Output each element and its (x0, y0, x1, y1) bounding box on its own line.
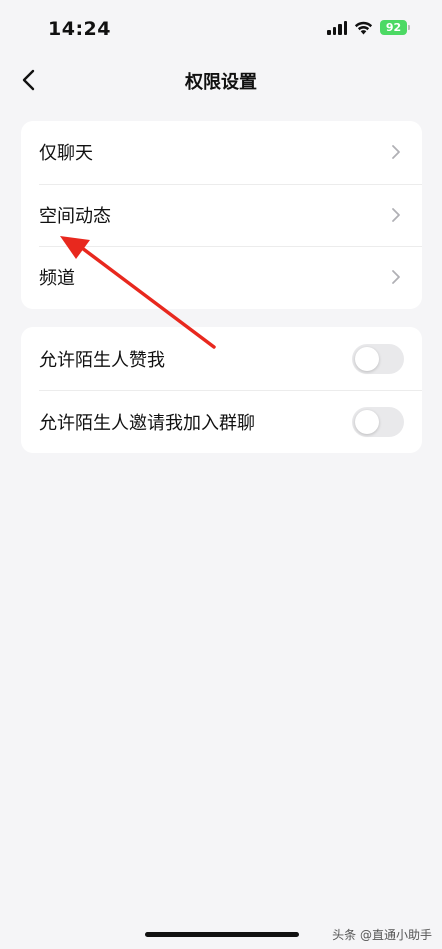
chevron-right-icon (392, 270, 400, 285)
row-allow-stranger-group-invite: 允许陌生人邀请我加入群聊 (21, 390, 422, 453)
row-label: 允许陌生人赞我 (39, 349, 165, 371)
row-label: 空间动态 (39, 205, 111, 227)
chevron-right-icon (392, 145, 400, 160)
status-icons: 92 (327, 20, 410, 35)
row-channel[interactable]: 频道 (21, 246, 422, 309)
nav-bar: 权限设置 (0, 58, 442, 102)
wifi-icon (354, 21, 373, 34)
row-label: 仅聊天 (39, 143, 93, 165)
row-allow-stranger-like: 允许陌生人赞我 (21, 327, 422, 390)
watermark: 头条 @直通小助手 (332, 928, 432, 942)
status-time: 14:24 (48, 18, 111, 40)
toggle-knob (355, 409, 379, 434)
cellular-signal-icon (327, 20, 347, 35)
row-label: 频道 (39, 268, 75, 290)
battery-icon: 92 (380, 20, 410, 35)
status-bar: 14:24 92 (0, 0, 442, 58)
stranger-permissions-card: 允许陌生人赞我 允许陌生人邀请我加入群聊 (21, 327, 422, 453)
stranger-like-toggle[interactable] (352, 343, 404, 374)
row-label: 允许陌生人邀请我加入群聊 (39, 412, 255, 434)
battery-level: 92 (380, 20, 407, 35)
home-indicator (145, 932, 299, 937)
page-title: 权限设置 (185, 72, 257, 93)
row-chat-only[interactable]: 仅聊天 (21, 121, 422, 184)
toggle-knob (355, 346, 379, 371)
chevron-right-icon (392, 207, 400, 222)
privacy-options-card: 仅聊天 空间动态 频道 (21, 121, 422, 309)
row-space-feed[interactable]: 空间动态 (21, 183, 422, 247)
stranger-group-invite-toggle[interactable] (352, 406, 404, 437)
